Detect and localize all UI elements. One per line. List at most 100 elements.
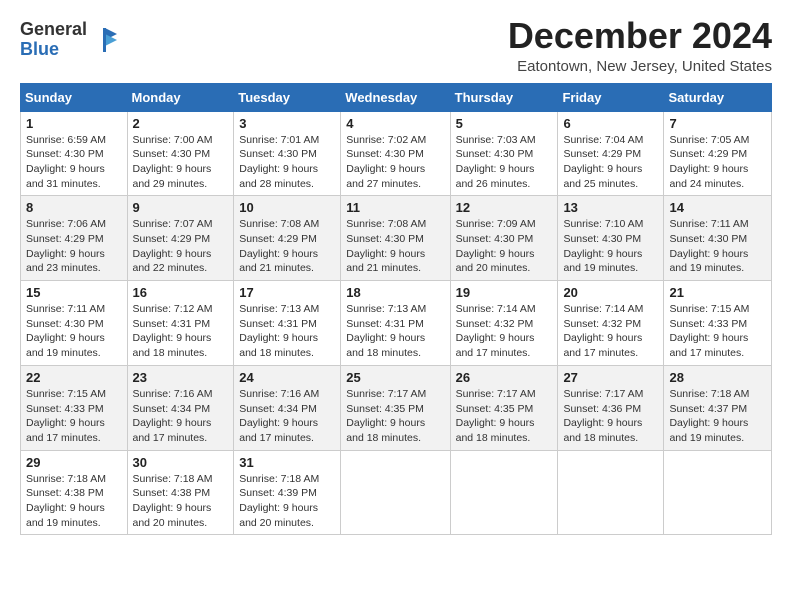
location-title: Eatontown, New Jersey, United States <box>508 58 772 75</box>
day-number: 9 <box>133 200 229 215</box>
calendar-day-cell: 6Sunrise: 7:04 AMSunset: 4:29 PMDaylight… <box>558 111 664 196</box>
calendar-day-cell: 29 Sunrise: 7:18 AMSunset: 4:38 PMDayligh… <box>21 450 128 535</box>
day-number: 21 <box>669 285 766 300</box>
day-info: Sunrise: 7:17 AMSunset: 4:35 PMDaylight:… <box>346 387 444 446</box>
header: General Blue December 2024 Eatontown, Ne… <box>20 16 772 75</box>
day-info: Sunrise: 7:16 AMSunset: 4:34 PMDaylight:… <box>133 387 229 446</box>
calendar-header-cell: Monday <box>127 83 234 111</box>
calendar-day-cell: 7 Sunrise: 7:05 AMSunset: 4:29 PMDaylight… <box>664 111 772 196</box>
calendar-day-cell: 15 Sunrise: 7:11 AMSunset: 4:30 PMDayligh… <box>21 281 128 366</box>
calendar-week-row: 22 Sunrise: 7:15 AMSunset: 4:33 PMDayligh… <box>21 365 772 450</box>
calendar-day-cell: 19Sunrise: 7:14 AMSunset: 4:32 PMDayligh… <box>450 281 558 366</box>
calendar-day-cell: 28 Sunrise: 7:18 AMSunset: 4:37 PMDayligh… <box>664 365 772 450</box>
calendar-header-cell: Friday <box>558 83 664 111</box>
day-info: Sunrise: 7:01 AMSunset: 4:30 PMDaylight:… <box>239 133 335 192</box>
day-info: Sunrise: 7:11 AMSunset: 4:30 PMDaylight:… <box>26 302 122 361</box>
day-number: 3 <box>239 116 335 131</box>
day-number: 5 <box>456 116 553 131</box>
calendar-header-cell: Saturday <box>664 83 772 111</box>
calendar-day-cell: 16 Sunrise: 7:12 AMSunset: 4:31 PMDayligh… <box>127 281 234 366</box>
day-number: 28 <box>669 370 766 385</box>
calendar-day-cell <box>558 450 664 535</box>
day-number: 2 <box>133 116 229 131</box>
calendar-header-cell: Sunday <box>21 83 128 111</box>
calendar-day-cell: 21Sunrise: 7:15 AMSunset: 4:33 PMDayligh… <box>664 281 772 366</box>
calendar-day-cell: 4Sunrise: 7:02 AMSunset: 4:30 PMDaylight… <box>341 111 450 196</box>
calendar-day-cell: 18 Sunrise: 7:13 AMSunset: 4:31 PMDayligh… <box>341 281 450 366</box>
day-info: Sunrise: 7:10 AMSunset: 4:30 PMDaylight:… <box>563 217 658 276</box>
calendar-day-cell: 20Sunrise: 7:14 AMSunset: 4:32 PMDayligh… <box>558 281 664 366</box>
day-number: 22 <box>26 370 122 385</box>
day-info: Sunrise: 7:12 AMSunset: 4:31 PMDaylight:… <box>133 302 229 361</box>
calendar-day-cell: 27 Sunrise: 7:17 AMSunset: 4:36 PMDayligh… <box>558 365 664 450</box>
day-info: Sunrise: 7:18 AMSunset: 4:37 PMDaylight:… <box>669 387 766 446</box>
day-number: 7 <box>669 116 766 131</box>
day-number: 11 <box>346 200 444 215</box>
calendar-day-cell: 25Sunrise: 7:17 AMSunset: 4:35 PMDayligh… <box>341 365 450 450</box>
logo-blue-text: Blue <box>20 40 87 60</box>
calendar-week-row: 29 Sunrise: 7:18 AMSunset: 4:38 PMDayligh… <box>21 450 772 535</box>
calendar-header-cell: Thursday <box>450 83 558 111</box>
calendar-day-cell: 24 Sunrise: 7:16 AMSunset: 4:34 PMDayligh… <box>234 365 341 450</box>
day-number: 14 <box>669 200 766 215</box>
calendar-header-row: SundayMondayTuesdayWednesdayThursdayFrid… <box>21 83 772 111</box>
day-number: 26 <box>456 370 553 385</box>
day-info: Sunrise: 7:16 AMSunset: 4:34 PMDaylight:… <box>239 387 335 446</box>
day-number: 27 <box>563 370 658 385</box>
day-number: 1 <box>26 116 122 131</box>
day-number: 31 <box>239 455 335 470</box>
calendar-week-row: 15 Sunrise: 7:11 AMSunset: 4:30 PMDayligh… <box>21 281 772 366</box>
calendar-table: SundayMondayTuesdayWednesdayThursdayFrid… <box>20 83 772 536</box>
day-info: Sunrise: 7:13 AMSunset: 4:31 PMDaylight:… <box>346 302 444 361</box>
day-info: Sunrise: 7:18 AMSunset: 4:38 PMDaylight:… <box>26 472 122 531</box>
logo: General Blue <box>20 20 119 60</box>
day-number: 23 <box>133 370 229 385</box>
calendar-day-cell <box>450 450 558 535</box>
title-area: December 2024 Eatontown, New Jersey, Uni… <box>508 16 772 75</box>
calendar-day-cell: 30 Sunrise: 7:18 AMSunset: 4:38 PMDayligh… <box>127 450 234 535</box>
day-info: Sunrise: 7:17 AMSunset: 4:36 PMDaylight:… <box>563 387 658 446</box>
calendar-day-cell: 3 Sunrise: 7:01 AMSunset: 4:30 PMDaylight… <box>234 111 341 196</box>
calendar-day-cell: 23 Sunrise: 7:16 AMSunset: 4:34 PMDayligh… <box>127 365 234 450</box>
day-info: Sunrise: 7:08 AMSunset: 4:29 PMDaylight:… <box>239 217 335 276</box>
day-info: Sunrise: 7:18 AMSunset: 4:39 PMDaylight:… <box>239 472 335 531</box>
day-number: 20 <box>563 285 658 300</box>
calendar-body: 1 Sunrise: 6:59 AMSunset: 4:30 PMDaylight… <box>21 111 772 535</box>
calendar-day-cell <box>341 450 450 535</box>
day-info: Sunrise: 7:09 AMSunset: 4:30 PMDaylight:… <box>456 217 553 276</box>
day-info: Sunrise: 7:08 AMSunset: 4:30 PMDaylight:… <box>346 217 444 276</box>
day-info: Sunrise: 7:11 AMSunset: 4:30 PMDaylight:… <box>669 217 766 276</box>
calendar-header-cell: Wednesday <box>341 83 450 111</box>
day-number: 19 <box>456 285 553 300</box>
calendar-day-cell: 10 Sunrise: 7:08 AMSunset: 4:29 PMDayligh… <box>234 196 341 281</box>
calendar-day-cell: 22 Sunrise: 7:15 AMSunset: 4:33 PMDayligh… <box>21 365 128 450</box>
day-number: 13 <box>563 200 658 215</box>
day-number: 16 <box>133 285 229 300</box>
day-info: Sunrise: 7:18 AMSunset: 4:38 PMDaylight:… <box>133 472 229 531</box>
calendar-week-row: 8Sunrise: 7:06 AMSunset: 4:29 PMDaylight… <box>21 196 772 281</box>
day-number: 30 <box>133 455 229 470</box>
day-info: Sunrise: 6:59 AMSunset: 4:30 PMDaylight:… <box>26 133 122 192</box>
calendar-day-cell: 2 Sunrise: 7:00 AMSunset: 4:30 PMDaylight… <box>127 111 234 196</box>
logo-general-text: General <box>20 20 87 40</box>
calendar-day-cell: 11 Sunrise: 7:08 AMSunset: 4:30 PMDayligh… <box>341 196 450 281</box>
day-number: 29 <box>26 455 122 470</box>
calendar-day-cell: 17 Sunrise: 7:13 AMSunset: 4:31 PMDayligh… <box>234 281 341 366</box>
day-info: Sunrise: 7:03 AMSunset: 4:30 PMDaylight:… <box>456 133 553 192</box>
day-number: 12 <box>456 200 553 215</box>
day-info: Sunrise: 7:06 AMSunset: 4:29 PMDaylight:… <box>26 217 122 276</box>
calendar-day-cell: 9Sunrise: 7:07 AMSunset: 4:29 PMDaylight… <box>127 196 234 281</box>
day-number: 15 <box>26 285 122 300</box>
day-number: 24 <box>239 370 335 385</box>
day-info: Sunrise: 7:05 AMSunset: 4:29 PMDaylight:… <box>669 133 766 192</box>
month-title: December 2024 <box>508 16 772 56</box>
day-number: 6 <box>563 116 658 131</box>
day-info: Sunrise: 7:15 AMSunset: 4:33 PMDaylight:… <box>26 387 122 446</box>
day-number: 10 <box>239 200 335 215</box>
day-number: 18 <box>346 285 444 300</box>
day-info: Sunrise: 7:13 AMSunset: 4:31 PMDaylight:… <box>239 302 335 361</box>
day-number: 17 <box>239 285 335 300</box>
day-info: Sunrise: 7:00 AMSunset: 4:30 PMDaylight:… <box>133 133 229 192</box>
calendar-day-cell: 31 Sunrise: 7:18 AMSunset: 4:39 PMDayligh… <box>234 450 341 535</box>
day-info: Sunrise: 7:02 AMSunset: 4:30 PMDaylight:… <box>346 133 444 192</box>
